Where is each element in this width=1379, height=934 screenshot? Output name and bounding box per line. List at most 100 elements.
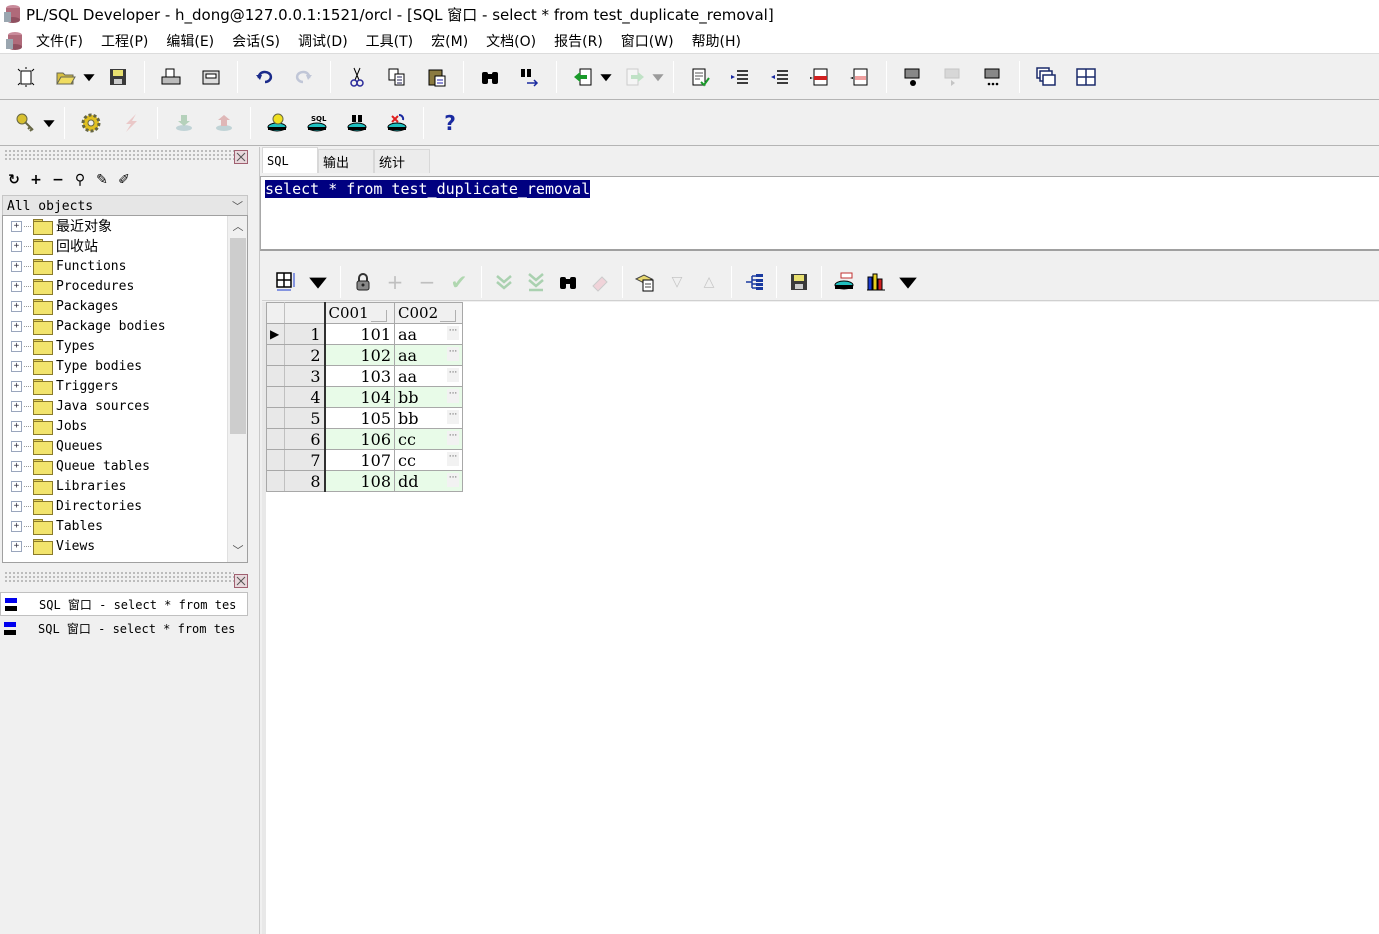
collapse-icon[interactable]: − [50,172,66,188]
commit-button[interactable] [168,108,200,138]
panel-grip[interactable] [4,149,234,161]
column-header-c001[interactable]: C001 [323,302,395,324]
tab-sql[interactable]: SQL [262,147,318,173]
app-menu-icon[interactable] [6,31,24,51]
column-filter-button[interactable] [440,310,457,322]
row-number[interactable]: 1 [284,323,325,345]
tree-item-queue-tables[interactable]: + Queue tables [3,456,247,476]
cell-c001[interactable]: 105 [323,407,395,429]
tree-item-type-bodies[interactable]: + Type bodies [3,356,247,376]
table-row[interactable]: 8 108 dd ··· [266,470,463,492]
expand-toggle-icon[interactable]: + [11,260,22,272]
save-button[interactable] [102,62,134,92]
tree-item-procedures[interactable]: + Procedures [3,276,247,296]
disconnect-button[interactable] [381,108,413,138]
refresh-icon[interactable]: ↻ [6,172,22,188]
sql-button[interactable]: SQL [301,108,333,138]
db-find-button[interactable] [341,108,373,138]
navigate-forward-button[interactable] [619,62,651,92]
cell-editor-button[interactable]: ··· [447,326,459,340]
expand-icon[interactable]: + [28,172,44,188]
cell-editor-button[interactable]: ··· [447,452,459,466]
menu-documents[interactable]: 文档(O) [486,31,536,51]
expand-toggle-icon[interactable]: + [11,460,22,472]
tab-output[interactable]: 输出 [318,149,374,173]
copy-button[interactable] [381,62,413,92]
tree-item-libraries[interactable]: + Libraries [3,476,247,496]
undo-button[interactable] [248,62,280,92]
scroll-down-icon[interactable]: ﹀ [228,542,247,560]
unindent-button[interactable] [764,62,796,92]
row-number[interactable]: 6 [284,428,325,450]
cell-editor-button[interactable]: ··· [447,410,459,424]
open-dropdown[interactable] [82,62,96,92]
post-changes-button[interactable]: ✔ [446,267,472,297]
cell-editor-button[interactable]: ··· [447,431,459,445]
panel-close-icon[interactable] [234,574,248,588]
explain-plan-button[interactable] [261,108,293,138]
cell-editor-button[interactable]: ··· [447,347,459,361]
navigate-back-dropdown[interactable] [599,62,613,92]
object-filter-select[interactable]: All objects ﹀ [2,195,248,217]
export-button[interactable] [741,267,767,297]
print-preview-button[interactable] [195,62,227,92]
row-number[interactable]: 2 [284,344,325,366]
find-next-button[interactable] [514,62,546,92]
single-record-view-button[interactable] [632,267,658,297]
rollback-button[interactable] [208,108,240,138]
row-number[interactable]: 3 [284,365,325,387]
expand-toggle-icon[interactable]: + [11,360,22,372]
cut-button[interactable] [341,62,373,92]
macro-play-button[interactable] [937,62,969,92]
tree-item-package-bodies[interactable]: + Package bodies [3,316,247,336]
grid-layout-dropdown[interactable] [305,267,331,297]
open-button[interactable] [50,62,82,92]
cell-c001[interactable]: 108 [323,470,395,492]
chart-button[interactable] [863,267,889,297]
navigate-forward-dropdown[interactable] [651,62,665,92]
table-row[interactable]: 4 104 bb ··· [266,386,463,408]
next-page-button[interactable]: ▽ [664,267,690,297]
syntax-check-button[interactable] [684,62,716,92]
panel-close-icon[interactable] [234,150,248,164]
tree-item-recent[interactable]: + 最近对象 [3,216,247,236]
cell-c002[interactable]: bb ··· [394,407,463,429]
expand-toggle-icon[interactable]: + [11,240,22,252]
expand-toggle-icon[interactable]: + [11,400,22,412]
tree-item-jobs[interactable]: + Jobs [3,416,247,436]
menu-edit[interactable]: 编辑(E) [166,31,214,51]
table-row[interactable]: 5 105 bb ··· [266,407,463,429]
tree-item-queues[interactable]: + Queues [3,436,247,456]
db-export-button[interactable] [831,267,857,297]
cell-editor-button[interactable]: ··· [447,368,459,382]
comment-button[interactable] [804,62,836,92]
cell-c002[interactable]: aa ··· [394,344,463,366]
tree-item-tables[interactable]: + Tables [3,516,247,536]
tree-item-directories[interactable]: + Directories [3,496,247,516]
menu-window[interactable]: 窗口(W) [621,31,674,51]
cell-editor-button[interactable]: ··· [447,473,459,487]
new-button[interactable] [10,62,42,92]
expand-toggle-icon[interactable]: + [11,480,22,492]
row-number[interactable]: 4 [284,386,325,408]
menu-macro[interactable]: 宏(M) [431,31,468,51]
fetch-last-button[interactable] [523,267,549,297]
save-results-button[interactable] [786,267,812,297]
column-header-c002[interactable]: C002 [394,302,463,324]
fetch-next-button[interactable] [491,267,517,297]
help-button[interactable]: ? [434,108,466,138]
menu-tools[interactable]: 工具(T) [366,31,413,51]
menu-reports[interactable]: 报告(R) [554,31,603,51]
find-button[interactable] [474,62,506,92]
cell-c002[interactable]: bb ··· [394,386,463,408]
table-row[interactable]: 3 103 aa ··· [266,365,463,387]
scroll-up-icon[interactable]: ︿ [228,218,247,236]
execute-button[interactable] [75,108,107,138]
expand-toggle-icon[interactable]: + [11,340,22,352]
delete-record-button[interactable]: − [414,267,440,297]
macro-library-button[interactable] [977,62,1009,92]
menu-debug[interactable]: 调试(D) [298,31,348,51]
navigate-back-button[interactable] [567,62,599,92]
cascade-windows-button[interactable] [1030,62,1062,92]
menu-help[interactable]: 帮助(H) [692,31,741,51]
